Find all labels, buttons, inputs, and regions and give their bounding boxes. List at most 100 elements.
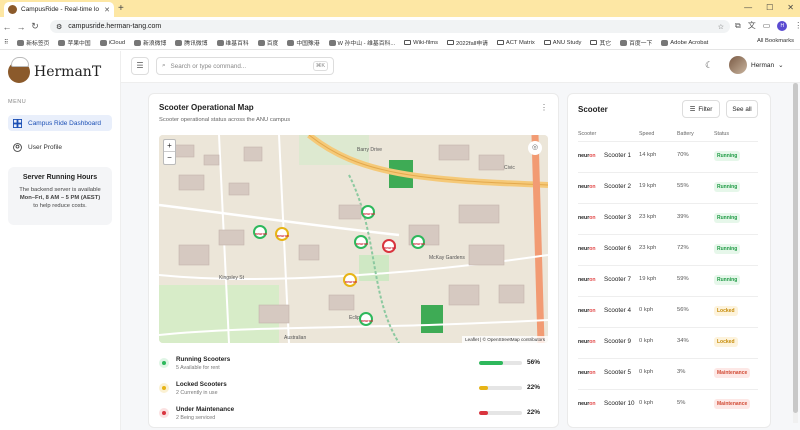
- table-row[interactable]: neuron Scooter 7 19 kph 59% Running: [578, 265, 758, 296]
- scooter-marker-running[interactable]: neuron: [361, 205, 375, 219]
- bookmark-item[interactable]: W 孙中山 - 维基百科...: [328, 38, 395, 47]
- table-row[interactable]: neuron Scooter 9 0 kph 34% Locked: [578, 327, 758, 358]
- translate-icon[interactable]: 文: [748, 20, 756, 31]
- bookmark-item[interactable]: 新标签页: [17, 38, 49, 47]
- locate-icon[interactable]: ◎: [528, 141, 542, 155]
- profile-avatar[interactable]: H: [777, 20, 788, 31]
- zoom-out-button[interactable]: −: [164, 152, 175, 164]
- dark-mode-toggle-icon[interactable]: ☾: [705, 60, 713, 71]
- bookmark-favicon-icon: [661, 39, 669, 46]
- side-panel-icon[interactable]: ▭: [763, 21, 771, 30]
- bookmark-item[interactable]: 苹果中国: [58, 38, 91, 47]
- table-row[interactable]: neuron Scooter 5 0 kph 3% Maintenance: [578, 358, 758, 389]
- search-placeholder: Search or type command...: [170, 62, 247, 70]
- site-info-icon[interactable]: ⚙: [56, 23, 62, 31]
- scooter-marker-locked[interactable]: neuron: [343, 273, 357, 287]
- scooter-marker-running[interactable]: neuron: [411, 235, 425, 249]
- extensions-icon[interactable]: ⧉: [735, 21, 741, 31]
- bookmark-item[interactable]: Adobe Acrobat: [661, 39, 708, 46]
- bookmark-star-icon[interactable]: ☆: [718, 23, 724, 31]
- apps-icon[interactable]: ⠿: [4, 40, 8, 46]
- bookmark-item[interactable]: 中国豫港: [287, 38, 320, 47]
- brand-text-accent: on: [589, 339, 596, 345]
- scooter-battery: 55%: [677, 183, 689, 189]
- bookmark-label: iCloud: [108, 39, 126, 46]
- sidebar-item-dashboard[interactable]: Campus Ride Dashboard: [8, 115, 112, 131]
- table-row[interactable]: neuron Scooter 1 14 kph 70% Running: [578, 141, 758, 172]
- legend-progress-bar: [479, 361, 522, 365]
- bookmark-item[interactable]: ANU Study: [543, 40, 581, 46]
- menu-toggle-button[interactable]: ☰: [131, 57, 149, 75]
- bookmark-item[interactable]: 新浪微博: [134, 38, 166, 47]
- browser-tab[interactable]: CampusRide - Real-time lo ✕: [4, 2, 114, 17]
- campus-map[interactable]: Barry Drive Civic McKay Gardens Kingsley…: [159, 135, 548, 343]
- scooter-marker-maintenance[interactable]: neuron: [382, 239, 396, 253]
- bookmark-item[interactable]: 百度一下: [620, 38, 652, 47]
- bookmark-item[interactable]: iCloud: [99, 39, 126, 46]
- bookmark-item[interactable]: 腾讯微博: [175, 38, 208, 47]
- zoom-control: + −: [163, 139, 176, 165]
- browser-menu-icon[interactable]: ⋮: [794, 21, 800, 30]
- table-row[interactable]: neuron Scooter 10 0 kph 5% Maintenance: [578, 389, 758, 420]
- brand-text: neur: [578, 370, 590, 376]
- bookmark-item[interactable]: Wiki-films: [404, 40, 438, 46]
- minimize-icon[interactable]: —: [744, 3, 752, 12]
- folder-icon: [446, 40, 454, 45]
- search-input[interactable]: ⌕ Search or type command... ⌘K: [156, 57, 334, 75]
- shortcut-badge: ⌘K: [312, 61, 328, 71]
- search-icon: ⌕: [162, 62, 166, 69]
- scooter-battery: 59%: [677, 276, 689, 282]
- brand-text-accent: on: [589, 153, 596, 159]
- see-all-button[interactable]: See all: [726, 100, 758, 118]
- all-bookmarks[interactable]: All Bookmarks: [757, 38, 794, 44]
- map-place-label: Australian: [284, 335, 307, 341]
- table-row[interactable]: neuron Scooter 2 19 kph 55% Running: [578, 172, 758, 203]
- brand-text: neur: [578, 308, 590, 314]
- more-options-icon[interactable]: ⋮: [540, 103, 548, 112]
- scooter-speed: 14 kph: [639, 152, 657, 158]
- back-icon[interactable]: ←: [0, 22, 14, 32]
- map-card-title: Scooter Operational Map: [159, 103, 254, 112]
- brand-text-accent: on: [589, 277, 596, 283]
- legend-percent: 56%: [527, 359, 541, 366]
- url-field[interactable]: ⚙ campusride.herman-tang.com ☆: [50, 20, 730, 33]
- filter-button[interactable]: ☰ Filter: [682, 100, 720, 118]
- new-tab-icon[interactable]: +: [118, 3, 124, 14]
- user-icon: [13, 142, 22, 152]
- maximize-icon[interactable]: ☐: [766, 3, 773, 12]
- folder-icon: [543, 40, 551, 45]
- bookmark-item[interactable]: 2022fall申请: [446, 38, 488, 47]
- sidebar-item-user-profile[interactable]: User Profile: [8, 139, 112, 155]
- legend-name: Running Scooters: [176, 356, 231, 363]
- scooter-marker-locked[interactable]: neuron: [275, 227, 289, 241]
- bookmark-item[interactable]: 其它: [590, 38, 611, 47]
- close-tab-icon[interactable]: ✕: [104, 6, 110, 14]
- table-row[interactable]: neuron Scooter 3 23 kph 39% Running: [578, 203, 758, 234]
- page-scrollbar[interactable]: [793, 83, 798, 423]
- scooter-name: Scooter 9: [604, 338, 631, 345]
- bookmark-item[interactable]: ACT Matrix: [496, 40, 535, 46]
- scrollbar-thumb[interactable]: [793, 83, 798, 413]
- table-row[interactable]: neuron Scooter 6 23 kph 72% Running: [578, 234, 758, 265]
- bookmark-label: 维基百科: [225, 41, 249, 47]
- scooter-marker-running[interactable]: neuron: [354, 235, 368, 249]
- scooter-marker-running[interactable]: neuron: [359, 312, 373, 326]
- forward-icon[interactable]: →: [14, 22, 28, 32]
- bookmark-favicon-icon: [175, 39, 183, 46]
- app-logo[interactable]: HermanT: [8, 57, 101, 83]
- server-hours-title: Server Running Hours: [22, 174, 98, 181]
- map-place-label: McKay Gardens: [429, 255, 465, 261]
- map-attribution[interactable]: Leaflet | © OpenStreetMap contributors: [462, 336, 548, 343]
- table-row[interactable]: neuron Scooter 4 0 kph 56% Locked: [578, 296, 758, 327]
- zoom-in-button[interactable]: +: [164, 140, 175, 152]
- user-menu[interactable]: Herman ⌄: [729, 56, 784, 74]
- status-badge: Locked: [714, 306, 738, 316]
- reload-icon[interactable]: ↻: [28, 21, 42, 32]
- close-window-icon[interactable]: ✕: [787, 3, 794, 12]
- bookmark-item[interactable]: 百度: [257, 38, 278, 47]
- scooter-speed: 0 kph: [639, 369, 654, 375]
- bookmark-item[interactable]: 维基百科: [216, 38, 249, 47]
- scooter-marker-running[interactable]: neuron: [253, 225, 267, 239]
- status-badge: Maintenance: [714, 399, 751, 409]
- scooter-battery: 3%: [677, 369, 686, 375]
